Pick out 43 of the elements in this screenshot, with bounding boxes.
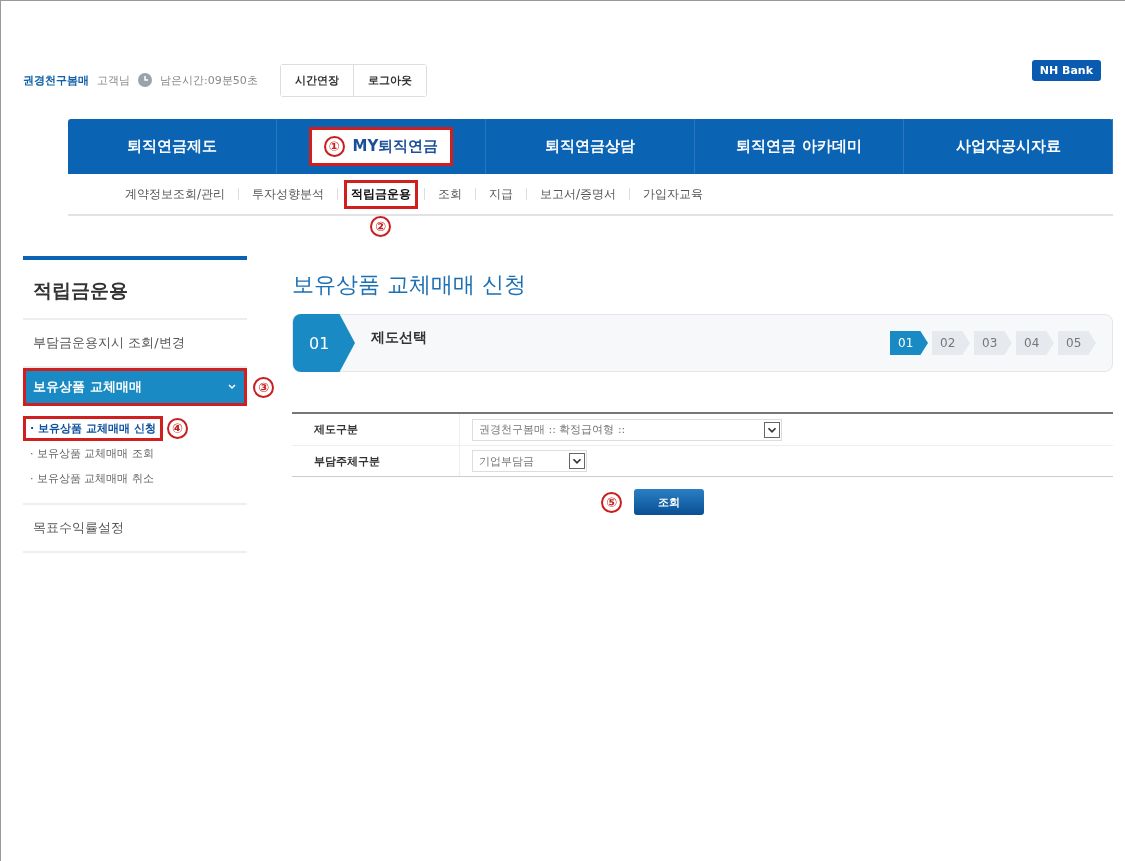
sub-nav-link[interactable]: 가입자교육 bbox=[636, 179, 711, 209]
sub-nav-link[interactable]: 조회 bbox=[431, 179, 470, 209]
extend-time-button[interactable]: 시간연장 bbox=[280, 64, 354, 96]
sidebar-subitem[interactable]: · 보유상품 교체매매 조회 bbox=[23, 441, 161, 466]
remaining-time: 남은시간:09분50초 bbox=[160, 72, 258, 88]
sub-nav-link[interactable]: 계약정보조회/관리 bbox=[118, 179, 233, 209]
callout-number: ⑤ bbox=[601, 491, 622, 513]
step-label: 제도선택 bbox=[371, 329, 428, 347]
main-nav-tab[interactable]: 퇴직연금상담 bbox=[530, 128, 650, 165]
callout-number: ② bbox=[370, 215, 392, 237]
caret-icon bbox=[227, 382, 237, 392]
main-nav-tab[interactable]: 퇴직연금 아카데미 bbox=[721, 128, 877, 165]
select-field[interactable]: 기업부담금 bbox=[472, 450, 587, 472]
main-nav-tab[interactable]: ① MY퇴직연금 bbox=[308, 127, 454, 166]
sidebar-subitem[interactable]: · 보유상품 교체매매 신청 bbox=[23, 416, 163, 441]
search-button[interactable]: 조회 bbox=[634, 489, 704, 515]
step-chip: 01 bbox=[890, 331, 928, 355]
sub-nav-link[interactable]: 지급 bbox=[482, 179, 521, 209]
step-chip: 05 bbox=[1058, 331, 1096, 355]
sidebar-subitem[interactable]: · 보유상품 교체매매 취소 bbox=[23, 466, 161, 491]
sidebar-item[interactable]: 보유상품 교체매매 bbox=[23, 368, 247, 406]
dropdown-caret-icon[interactable] bbox=[569, 453, 585, 469]
user-suffix: 고객님 bbox=[97, 72, 130, 88]
main-nav-tab[interactable]: 사업자공시자료 bbox=[940, 128, 1076, 165]
main-nav-tab[interactable]: 퇴직연금제도 bbox=[112, 128, 232, 165]
select-field[interactable]: 권경천구봄매 :: 확정급여형 :: bbox=[472, 418, 782, 441]
dropdown-caret-icon[interactable] bbox=[764, 421, 780, 438]
form-label: 부담주체구분 bbox=[292, 446, 460, 476]
form-label: 제도구분 bbox=[292, 414, 460, 445]
callout-number: ④ bbox=[166, 418, 188, 439]
clock-icon bbox=[138, 73, 152, 87]
page-title: 보유상품 교체매매 신청 bbox=[292, 271, 527, 299]
user-name: 권경천구봄매 bbox=[23, 72, 89, 88]
step-chip: 04 bbox=[1016, 331, 1054, 355]
sub-nav-link[interactable]: 보고서/증명서 bbox=[533, 179, 624, 209]
callout-number: ③ bbox=[253, 376, 274, 398]
sub-nav-link[interactable]: 적립금운용 bbox=[344, 179, 419, 209]
step-chip: 03 bbox=[974, 331, 1012, 355]
brand-logo[interactable]: NH Bank bbox=[1031, 59, 1101, 81]
callout-number: ① bbox=[323, 136, 345, 157]
sub-nav-link[interactable]: 투자성향분석 bbox=[245, 179, 332, 209]
step-chip: 02 bbox=[932, 331, 970, 355]
current-step-number: 01 bbox=[293, 314, 355, 372]
